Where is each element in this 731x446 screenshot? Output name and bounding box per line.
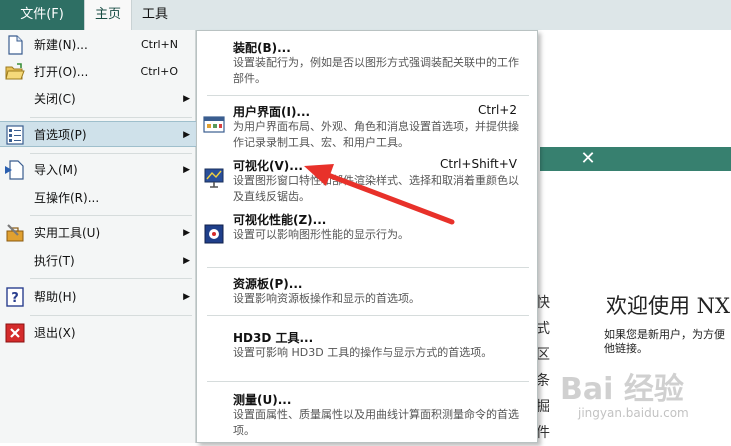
menu-separator: [30, 153, 192, 154]
submenu-item-desc: 设置图形窗口特性和部件渲染样式、选择和取消着重颜色以及直线反锯齿。: [233, 174, 519, 203]
submenu-item-title: 用户界面(I)...: [233, 105, 311, 119]
welcome-title: 欢迎使用 NX: [606, 294, 731, 318]
menu-item-execute[interactable]: 执行(T) ▶: [0, 248, 196, 274]
menu-item-label: 关闭(C): [34, 92, 76, 106]
menu-item-help[interactable]: ? 帮助(H) ▶: [0, 284, 196, 310]
menu-item-label: 导入(M): [34, 163, 78, 177]
submenu-arrow-icon: ▶: [183, 165, 190, 175]
baidu-watermark: Bai 经验 jingyan.baidu.com: [560, 356, 731, 443]
menu-item-exit[interactable]: 退出(X): [0, 320, 196, 346]
menu-item-shortcut: Ctrl+N: [140, 38, 178, 51]
welcome-header-bar: [540, 147, 731, 171]
submenu-item-user-interface[interactable]: 用户界面(I)... Ctrl+2 为用户界面布局、外观、角色和消息设置首选项，…: [197, 101, 537, 153]
menu-item-label: 首选项(P): [34, 128, 87, 142]
submenu-item-title: HD3D 工具...: [233, 331, 314, 345]
submenu-item-title: 资源板(P)...: [233, 277, 303, 291]
menu-item-label: 帮助(H): [34, 290, 77, 304]
submenu-item-hd3d-tools[interactable]: HD3D 工具... 设置可影响 HD3D 工具的操作与显示方式的首选项。: [197, 327, 537, 367]
submenu-item-shortcut: Ctrl+Shift+V: [440, 157, 517, 171]
tab-home[interactable]: 主页: [84, 0, 132, 30]
menu-item-import[interactable]: 导入(M) ▶: [0, 157, 196, 183]
submenu-arrow-icon: ▶: [183, 228, 190, 238]
watermark-url: jingyan.baidu.com: [578, 406, 689, 420]
utilities-icon: [6, 224, 24, 242]
menu-item-label: 打开(O)...: [34, 65, 89, 79]
menu-item-new[interactable]: 新建(N)... Ctrl+N: [0, 32, 196, 58]
close-icon[interactable]: ✕: [577, 148, 599, 170]
visualization-performance-icon: [204, 224, 224, 244]
user-interface-icon: [203, 116, 225, 133]
watermark-logo-text: Bai 经验: [560, 372, 684, 407]
menu-separator: [30, 278, 192, 279]
submenu-item-desc: 设置面属性、质量属性以及用曲线计算面积测量命令的首选项。: [233, 408, 519, 437]
submenu-separator: [207, 95, 529, 96]
menu-item-label: 实用工具(U): [34, 226, 101, 240]
submenu-item-title: 可视化性能(Z)...: [233, 213, 327, 227]
preferences-icon: [6, 125, 24, 145]
submenu-item-title: 测量(U)...: [233, 393, 292, 407]
submenu-arrow-icon: ▶: [183, 94, 190, 104]
menu-item-preferences[interactable]: 首选项(P) ▶: [0, 121, 196, 147]
help-icon: ?: [6, 287, 24, 307]
open-folder-icon: [5, 63, 25, 80]
menu-item-close[interactable]: 关闭(C) ▶: [0, 86, 196, 112]
new-document-icon: [8, 35, 23, 55]
file-menu: 新建(N)... Ctrl+N 打开(O)... Ctrl+O 关闭(C) ▶ …: [0, 30, 196, 443]
preferences-submenu: 装配(B)... 设置装配行为，例如是否以图形方式强调装配关联中的工作部件。 用…: [196, 30, 538, 443]
submenu-item-resource-bar[interactable]: 资源板(P)... 设置影响资源板操作和显示的首选项。: [197, 273, 537, 313]
submenu-arrow-icon: ▶: [183, 292, 190, 302]
submenu-item-desc: 为用户界面布局、外观、角色和消息设置首选项，并提供操作记录录制工具、宏、和用户工…: [233, 120, 519, 149]
tab-tools[interactable]: 工具: [142, 0, 182, 30]
submenu-arrow-icon: ▶: [183, 256, 190, 266]
menu-item-utilities[interactable]: 实用工具(U) ▶: [0, 220, 196, 246]
menu-item-label: 执行(T): [34, 254, 75, 268]
submenu-separator: [207, 381, 529, 382]
import-icon: [5, 160, 24, 180]
menu-separator: [30, 315, 192, 316]
submenu-arrow-icon: ▶: [183, 130, 190, 140]
submenu-separator: [207, 315, 529, 316]
svg-text:?: ?: [11, 291, 19, 306]
submenu-item-title: 可视化(V)...: [233, 159, 303, 173]
menu-separator: [30, 117, 192, 118]
submenu-item-desc: 设置可以影响图形性能的显示行为。: [233, 228, 409, 241]
visualization-icon: [204, 168, 224, 188]
menu-item-shortcut: Ctrl+O: [140, 65, 178, 78]
menu-item-label: 互操作(R)...: [34, 191, 100, 205]
submenu-item-shortcut: Ctrl+2: [477, 103, 517, 117]
tab-file[interactable]: 文件(F): [0, 0, 84, 30]
submenu-separator: [207, 267, 529, 268]
submenu-item-assemblies[interactable]: 装配(B)... 设置装配行为，例如是否以图形方式强调装配关联中的工作部件。: [197, 37, 537, 93]
menubar: 文件(F) 主页 工具: [0, 0, 731, 30]
menu-item-label: 新建(N)...: [34, 38, 88, 52]
welcome-intro-text: 如果您是新用户，为方便他链接。: [604, 328, 725, 355]
menu-item-open[interactable]: 打开(O)... Ctrl+O: [0, 59, 196, 85]
submenu-item-desc: 设置装配行为，例如是否以图形方式强调装配关联中的工作部件。: [233, 56, 519, 85]
submenu-item-desc: 设置影响资源板操作和显示的首选项。: [233, 292, 420, 305]
menu-separator: [30, 215, 192, 216]
menu-item-interop[interactable]: 互操作(R)...: [0, 185, 196, 211]
submenu-item-measure[interactable]: 测量(U)... 设置面属性、质量属性以及用曲线计算面积测量命令的首选项。: [197, 389, 537, 441]
menu-item-label: 退出(X): [34, 326, 76, 340]
submenu-item-visualization[interactable]: 可视化(V)... Ctrl+Shift+V 设置图形窗口特性和部件渲染样式、选…: [197, 155, 537, 207]
submenu-item-desc: 设置可影响 HD3D 工具的操作与显示方式的首选项。: [233, 346, 493, 359]
exit-icon: [5, 323, 25, 343]
submenu-item-title: 装配(B)...: [233, 41, 291, 55]
submenu-item-visualization-performance[interactable]: 可视化性能(Z)... 设置可以影响图形性能的显示行为。: [197, 209, 537, 249]
